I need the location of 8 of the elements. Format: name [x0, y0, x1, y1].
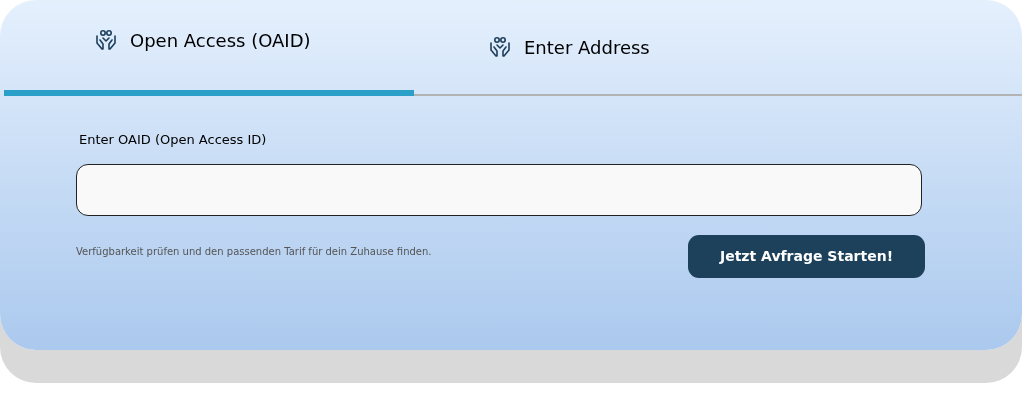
tab[interactable]: Open Access (OAID) — [4, 0, 414, 96]
submit-button[interactable]: Jetzt Avfrage Starten! — [688, 234, 925, 278]
field-label: Enter OAID (Open Access ID) — [79, 131, 267, 149]
hands-heart-icon — [94, 28, 118, 52]
hands-heart-icon — [488, 35, 512, 59]
hint-text: Verfügbarkeit prüfen und den passenden Tarif für dein Zuhause finden. — [76, 244, 432, 259]
oaid-input-field[interactable] — [76, 163, 922, 216]
tab[interactable]: Enter Address — [414, 0, 1022, 96]
